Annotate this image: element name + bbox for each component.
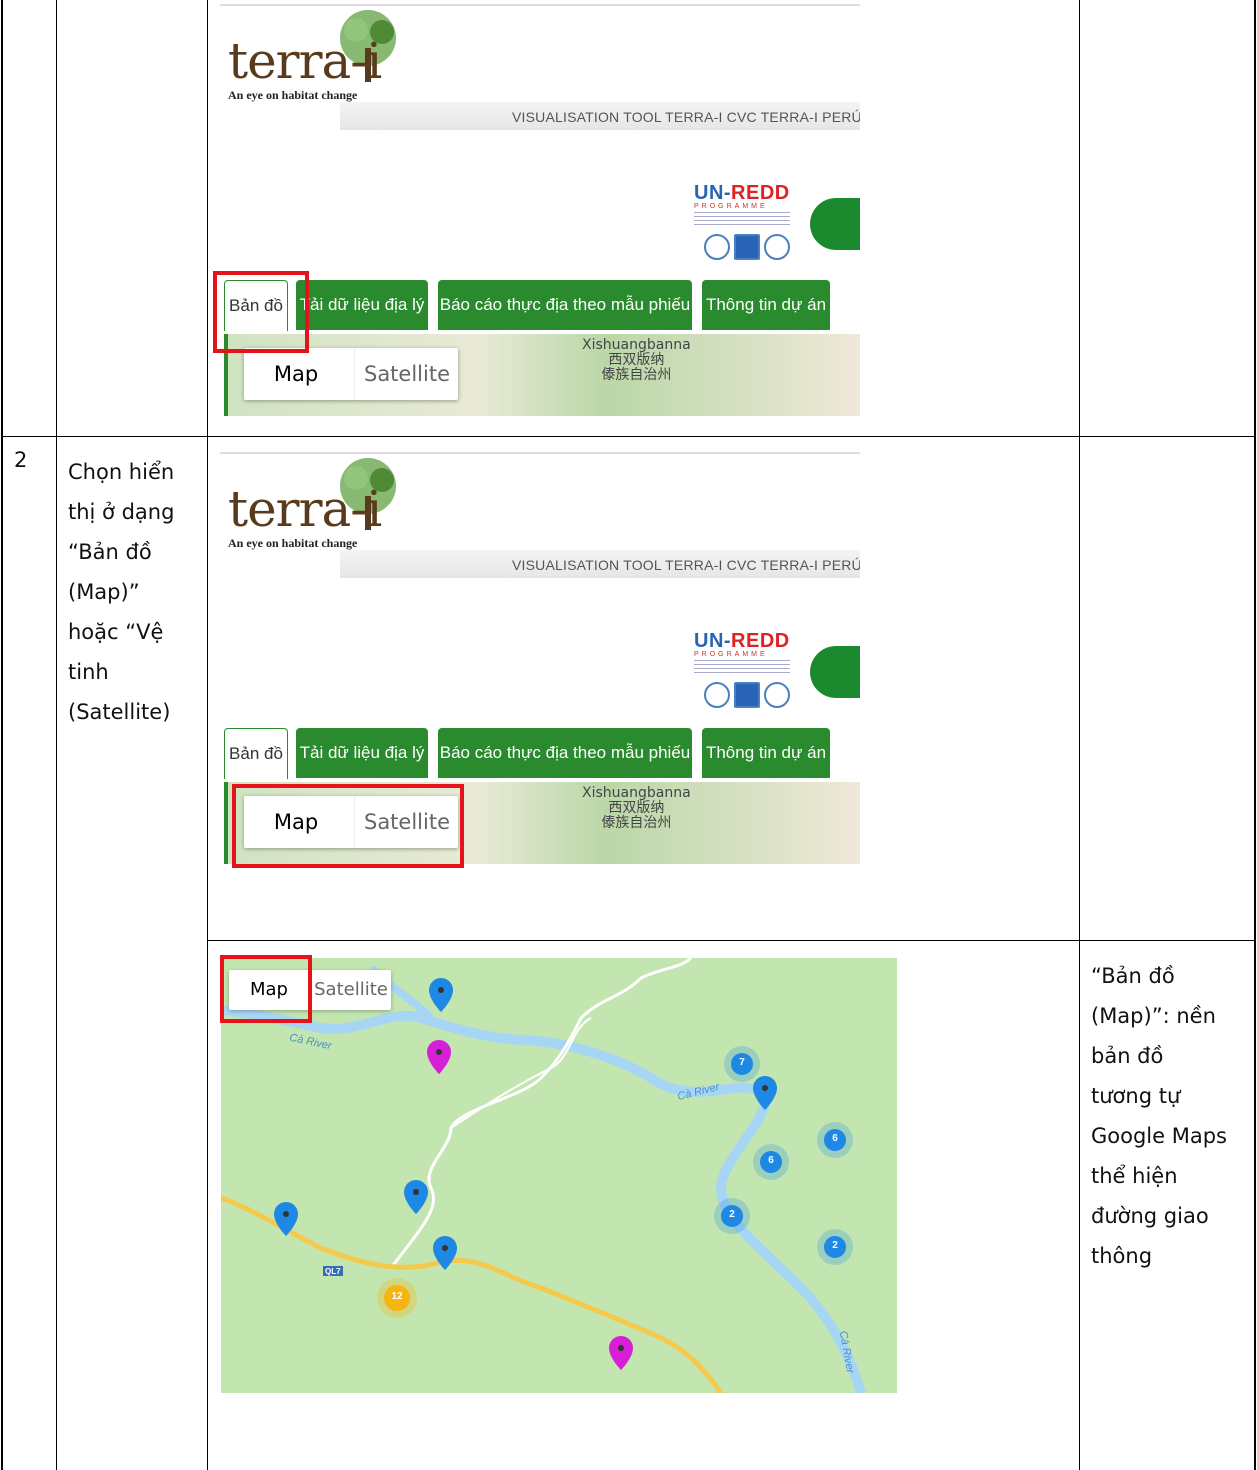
top-divider — [220, 452, 860, 454]
description-line: hoặc “Vệ — [68, 620, 164, 644]
tab-map[interactable]: Bản đồ — [224, 728, 288, 779]
top-nav: VISUALISATION TOOL TERRA-I CVC TERRA-I P… — [340, 102, 860, 130]
place-label: Xishuangbanna 西双版纳 傣族自治州 — [582, 338, 691, 383]
tab-download-geodata[interactable]: Tải dữ liệu địa lý — [296, 728, 428, 778]
place-label-line: 傣族自治州 — [601, 367, 672, 383]
row-divider-1 — [1, 436, 1256, 437]
place-label-line: Xishuangbanna — [582, 337, 691, 353]
road-ql7 — [221, 1195, 724, 1393]
unredd-logo: UN-REDD PROGRAMME — [694, 182, 790, 260]
fao-icon — [704, 234, 730, 260]
place-label-line: Xishuangbanna — [582, 785, 691, 801]
row-note: “Bản đồ (Map)”: nền bản đồ tương tự Goog… — [1091, 956, 1251, 1276]
note-line: Google Maps — [1091, 1124, 1227, 1148]
satellite-button[interactable]: Satellite — [311, 970, 391, 1010]
unredd-name: REDD — [731, 182, 790, 204]
globe-logo-icon — [810, 646, 860, 698]
highlight-map-satellite — [232, 784, 464, 868]
logo-wordmark: terra-i — [228, 480, 382, 538]
fao-icon — [704, 682, 730, 708]
note-line: tương tự — [1091, 1084, 1181, 1108]
place-label-line: 傣族自治州 — [601, 815, 672, 831]
note-line: đường giao — [1091, 1204, 1209, 1228]
tab-project-info[interactable]: Thông tin dự án — [702, 728, 830, 778]
description-line: (Satellite) — [68, 700, 171, 724]
cluster-count[interactable]: 12 — [385, 1291, 409, 1302]
road-label: QL7 — [325, 1267, 341, 1276]
unep-icon — [764, 682, 790, 708]
col-divider-3 — [1079, 0, 1080, 1470]
unredd-logo: UN-REDD PROGRAMME — [694, 630, 790, 708]
cluster-count[interactable]: 2 — [827, 1240, 843, 1251]
description-line: Chọn hiển — [68, 460, 175, 484]
description-line: (Map)” — [68, 580, 140, 604]
description-line: “Bản đồ — [68, 540, 152, 564]
tab-project-info[interactable]: Thông tin dự án — [702, 280, 830, 330]
river-path — [221, 1005, 866, 1393]
table-border-left — [1, 0, 3, 1470]
table-border-right — [1254, 0, 1256, 1470]
logo-wordmark: terra-i — [228, 32, 382, 90]
place-label-line: 西双版纳 — [608, 352, 665, 368]
description-line: tinh — [68, 660, 109, 684]
row-number: 2 — [14, 448, 28, 472]
col-divider-2 — [207, 0, 208, 1470]
map-button[interactable]: Map — [244, 348, 348, 400]
website-screenshot-1: terra-i An eye on habitat change VISUALI… — [220, 4, 860, 418]
cluster-count[interactable]: 2 — [724, 1209, 740, 1220]
place-label-line: 西双版纳 — [608, 800, 665, 816]
unredd-prefix: UN- — [694, 182, 732, 204]
tab-bar: Bản đồ Tải dữ liệu địa lý Báo cáo thực đ… — [220, 280, 860, 336]
map-type-control: Map Satellite — [244, 348, 458, 400]
tab-field-report[interactable]: Báo cáo thực địa theo mẫu phiếu — [438, 280, 692, 330]
unredd-name: REDD — [731, 630, 790, 652]
unredd-fineprint — [694, 660, 790, 676]
cluster-count[interactable]: 6 — [827, 1133, 843, 1144]
undp-icon — [734, 682, 760, 708]
note-line: bản đồ — [1091, 1044, 1164, 1068]
tab-bar: Bản đồ Tải dữ liệu địa lý Báo cáo thực đ… — [220, 728, 860, 784]
top-divider — [220, 4, 860, 6]
map-view-screenshot[interactable]: Cà River Cà River Cà River QL7 7 6 6 2 2… — [221, 958, 897, 1393]
tab-download-geodata[interactable]: Tải dữ liệu địa lý — [296, 280, 428, 330]
tab-field-report[interactable]: Báo cáo thực địa theo mẫu phiếu — [438, 728, 692, 778]
logo-tagline: An eye on habitat change — [228, 536, 358, 550]
top-nav: VISUALISATION TOOL TERRA-I CVC TERRA-I P… — [340, 550, 860, 578]
note-line: thông — [1091, 1244, 1153, 1268]
row-divider-2 — [207, 940, 1256, 941]
map-canvas — [221, 958, 866, 1393]
map-border — [224, 782, 228, 864]
place-label: Xishuangbanna 西双版纳 傣族自治州 — [582, 786, 691, 831]
undp-icon — [734, 234, 760, 260]
note-line: thể hiện — [1091, 1164, 1178, 1188]
cluster-markers — [377, 1046, 853, 1318]
partner-logos — [694, 234, 790, 260]
logo-tagline: An eye on habitat change — [228, 88, 358, 102]
nav-links[interactable]: VISUALISATION TOOL TERRA-I CVC TERRA-I P… — [512, 557, 860, 573]
highlight-tab-map — [213, 271, 309, 353]
unredd-prefix: UN- — [694, 630, 732, 652]
partner-logos — [694, 682, 790, 708]
unep-icon — [764, 234, 790, 260]
row-description: Chọn hiển thị ở dạng “Bản đồ (Map)” hoặc… — [68, 452, 204, 732]
satellite-button[interactable]: Satellite — [354, 348, 459, 400]
map-preview[interactable]: Map Satellite Xishuangbanna 西双版纳 傣族自治州 — [224, 334, 860, 416]
globe-logo-icon — [810, 198, 860, 250]
description-line: thị ở dạng — [68, 500, 175, 524]
unredd-fineprint — [694, 212, 790, 228]
note-line: (Map)”: nền — [1091, 1004, 1216, 1028]
nav-links[interactable]: VISUALISATION TOOL TERRA-I CVC TERRA-I P… — [512, 109, 860, 125]
cluster-count[interactable]: 6 — [763, 1155, 779, 1166]
note-line: “Bản đồ — [1091, 964, 1175, 988]
highlight-map-button — [220, 955, 312, 1023]
cluster-count[interactable]: 7 — [734, 1057, 750, 1068]
col-divider-1 — [56, 0, 57, 1470]
